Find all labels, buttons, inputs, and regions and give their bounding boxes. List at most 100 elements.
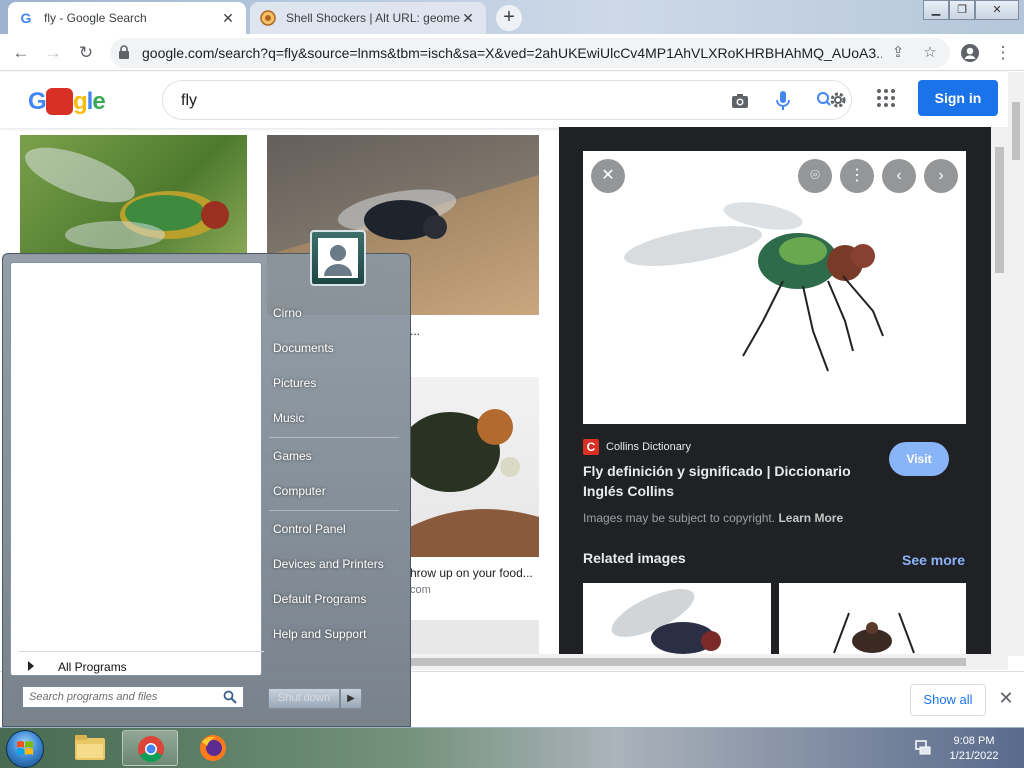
- google-apps-grid-icon[interactable]: [876, 88, 896, 108]
- preview-title[interactable]: Fly definición y significado | Diccionar…: [583, 461, 873, 501]
- scrollbar-thumb[interactable]: [995, 147, 1004, 273]
- image-preview-panel: ✕ ⌾ ⋮ ‹ › C Collins Dictionary Fly defin…: [559, 127, 991, 655]
- new-tab-button[interactable]: +: [496, 5, 522, 31]
- forward-arrow-icon[interactable]: →: [40, 40, 66, 66]
- start-item-documents[interactable]: Documents: [273, 341, 334, 355]
- related-images-heading: Related images: [583, 550, 686, 566]
- visit-button[interactable]: Visit: [889, 442, 949, 476]
- related-image-2[interactable]: [779, 583, 966, 655]
- clock-date: 1/21/2022: [949, 750, 999, 762]
- camera-icon[interactable]: [729, 90, 751, 112]
- see-more-link[interactable]: See more: [902, 552, 965, 568]
- close-tab-icon[interactable]: ✕: [220, 10, 236, 26]
- green-fly-image: [624, 202, 884, 372]
- start-item-control-panel[interactable]: Control Panel: [273, 522, 346, 536]
- preview-scrollbar[interactable]: [991, 127, 1008, 655]
- result-image-fly-on-food[interactable]: [410, 377, 539, 557]
- share-icon[interactable]: ⇪: [888, 43, 908, 63]
- result-image-partial[interactable]: [410, 620, 539, 656]
- source-name: Collins Dictionary: [606, 441, 691, 453]
- copyright-notice: Images may be subject to copyright. Lear…: [583, 511, 843, 525]
- browser-toolbar: ← → ↻ google.com/search?q=fly&source=lnm…: [0, 34, 1024, 71]
- profile-avatar-icon[interactable]: [957, 40, 983, 66]
- minimize-window-button[interactable]: ▁: [923, 0, 949, 20]
- start-search-input[interactable]: Search programs and files: [22, 686, 244, 708]
- tab-title: fly - Google Search: [44, 11, 147, 25]
- preview-image[interactable]: ✕ ⌾ ⋮ ‹ ›: [583, 151, 966, 424]
- firefox-icon: [200, 735, 226, 761]
- start-menu-programs-pane: All Programs: [10, 262, 264, 676]
- result-caption[interactable]: ...: [410, 324, 420, 338]
- bookmark-star-icon[interactable]: ☆: [920, 43, 940, 63]
- close-preview-icon[interactable]: ✕: [591, 159, 625, 193]
- result-source: com: [410, 584, 431, 596]
- result-caption[interactable]: hrow up on your food...: [410, 566, 533, 580]
- scrollbar-thumb[interactable]: [1012, 102, 1020, 160]
- menu-separator: [269, 510, 399, 511]
- fly-image: [611, 589, 721, 654]
- search-icon: [223, 690, 237, 704]
- chrome-icon: [138, 736, 164, 763]
- shut-down-button[interactable]: Shut down: [268, 688, 340, 709]
- result-image-green-fly[interactable]: [20, 135, 247, 255]
- tab-title: Shell Shockers | Alt URL: geometry: [286, 11, 460, 25]
- related-image-1[interactable]: [583, 583, 771, 655]
- start-item-devices-printers[interactable]: Devices and Printers: [273, 557, 384, 571]
- restore-window-button[interactable]: ❐: [949, 0, 975, 20]
- collins-logo-icon: C: [583, 439, 599, 455]
- start-item-computer[interactable]: Computer: [273, 484, 326, 498]
- preview-source[interactable]: C Collins Dictionary: [583, 439, 691, 455]
- google-favicon-icon: G: [20, 10, 32, 26]
- browser-tab-bar: G fly - Google Search ✕ Shell Shockers |…: [0, 0, 1024, 34]
- start-item-music[interactable]: Music: [273, 411, 304, 425]
- all-programs-button[interactable]: All Programs: [18, 651, 264, 681]
- next-image-icon[interactable]: ›: [924, 159, 958, 193]
- more-options-icon[interactable]: ⋮: [840, 159, 874, 193]
- start-item-help-support[interactable]: Help and Support: [273, 627, 366, 641]
- search-box[interactable]: fly: [162, 80, 852, 120]
- copyright-text: Images may be subject to copyright.: [583, 511, 776, 525]
- network-icon[interactable]: [914, 738, 932, 756]
- start-item-games[interactable]: Games: [273, 449, 312, 463]
- search-placeholder: Search programs and files: [29, 691, 158, 703]
- back-arrow-icon[interactable]: ←: [8, 40, 34, 66]
- menu-dots-icon[interactable]: ⋮: [990, 40, 1016, 66]
- microphone-icon[interactable]: [772, 90, 794, 112]
- tab-shell-shockers[interactable]: Shell Shockers | Alt URL: geometry ✕: [250, 2, 486, 34]
- close-download-bar-icon[interactable]: ✕: [996, 688, 1016, 708]
- sign-in-button[interactable]: Sign in: [918, 80, 998, 116]
- close-window-button[interactable]: ✕: [975, 0, 1019, 20]
- lens-search-icon[interactable]: ⌾: [798, 159, 832, 193]
- windows-start-button[interactable]: [6, 730, 44, 768]
- horizontal-scrollbar[interactable]: [410, 654, 1008, 670]
- user-account-picture[interactable]: [310, 230, 366, 286]
- taskbar-file-explorer[interactable]: [62, 730, 118, 766]
- lock-icon: [119, 45, 129, 59]
- taskbar-chrome[interactable]: [122, 730, 178, 766]
- shell-shockers-favicon-icon: [260, 10, 276, 26]
- start-menu: All Programs Search programs and files C…: [2, 230, 411, 727]
- google-logo[interactable]: Google: [28, 88, 106, 116]
- tab-google-search[interactable]: G fly - Google Search ✕: [8, 2, 246, 34]
- start-item-default-programs[interactable]: Default Programs: [273, 592, 366, 606]
- show-all-button[interactable]: Show all: [910, 684, 986, 716]
- address-bar[interactable]: google.com/search?q=fly&source=lnms&tbm=…: [110, 38, 950, 68]
- start-item-cirno[interactable]: Cirno: [273, 306, 302, 320]
- right-arrow-icon: [28, 661, 34, 671]
- url-text[interactable]: google.com/search?q=fly&source=lnms&tbm=…: [142, 45, 882, 61]
- search-query[interactable]: fly: [181, 92, 197, 110]
- scrollbar-thumb[interactable]: [410, 658, 966, 666]
- taskbar-firefox[interactable]: [185, 730, 241, 766]
- shut-down-options-icon[interactable]: ▶: [340, 688, 362, 709]
- fly-image: [25, 147, 229, 249]
- close-tab-icon[interactable]: ✕: [460, 10, 476, 26]
- taskbar-clock[interactable]: 9:08 PM 1/21/2022: [938, 734, 1010, 764]
- start-item-pictures[interactable]: Pictures: [273, 376, 316, 390]
- previous-image-icon[interactable]: ‹: [882, 159, 916, 193]
- google-header: Google fly Sign in: [0, 72, 1010, 128]
- learn-more-link[interactable]: Learn More: [778, 511, 843, 525]
- reload-icon[interactable]: ↻: [73, 40, 99, 66]
- page-scrollbar[interactable]: [1008, 72, 1024, 656]
- menu-separator: [269, 437, 399, 438]
- search-settings-icon[interactable]: [817, 90, 846, 112]
